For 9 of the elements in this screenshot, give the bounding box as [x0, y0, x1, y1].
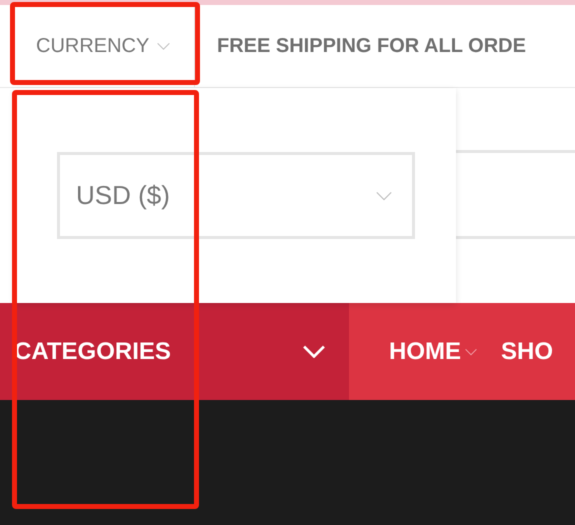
- chevron-down-icon: [303, 345, 325, 358]
- shipping-notice: FREE SHIPPING FOR ALL ORDE: [216, 34, 526, 59]
- nav-link[interactable]: HOME: [389, 334, 477, 370]
- caret-icon: [157, 42, 170, 50]
- caret-icon: [376, 190, 392, 200]
- caret-icon: [465, 348, 477, 356]
- nav-link[interactable]: SHO: [501, 334, 554, 370]
- categories-menu[interactable]: CATEGORIES: [0, 303, 349, 400]
- currency-select[interactable]: USD ($): [57, 152, 415, 239]
